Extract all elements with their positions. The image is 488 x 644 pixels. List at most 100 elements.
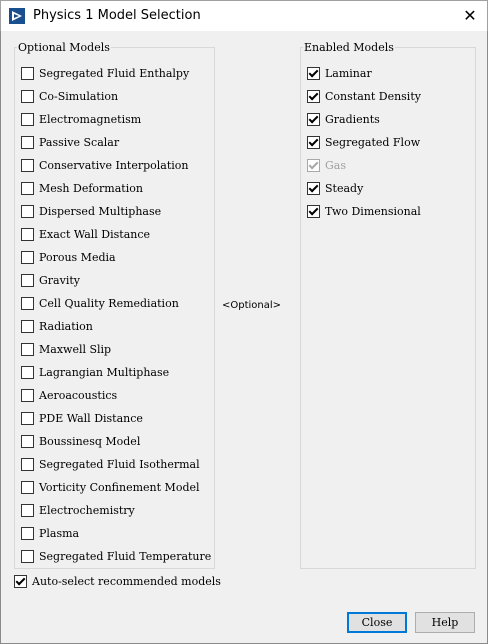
optional-model-item[interactable]: Segregated Fluid Isothermal [21,453,211,476]
optional-model-item[interactable]: Gravity [21,269,211,292]
enabled-model-label: Two Dimensional [325,205,421,218]
enabled-model-label: Segregated Flow [325,136,421,149]
optional-model-label: Radiation [39,320,93,333]
optional-model-label: Plasma [39,527,80,540]
help-button[interactable]: Help [415,612,475,633]
close-button[interactable]: Close [347,612,407,633]
optional-model-checkbox[interactable] [21,527,34,540]
optional-model-item[interactable]: Lagrangian Multiphase [21,361,211,384]
optional-model-label: Conservative Interpolation [39,159,189,172]
optional-model-label: PDE Wall Distance [39,412,143,425]
optional-model-label: Segregated Fluid Temperature [39,550,212,563]
app-logo-icon [9,8,25,24]
enabled-model-item[interactable]: Steady [307,177,421,200]
optional-model-checkbox[interactable] [21,67,34,80]
enabled-model-label: Steady [325,182,364,195]
optional-placeholder-label: <Optional> [222,300,282,311]
optional-model-checkbox[interactable] [21,113,34,126]
enabled-model-label: Laminar [325,67,372,80]
optional-model-checkbox[interactable] [21,274,34,287]
optional-model-label: Co-Simulation [39,90,119,103]
optional-model-label: Exact Wall Distance [39,228,151,241]
optional-model-item[interactable]: Porous Media [21,246,211,269]
enabled-model-item[interactable]: Two Dimensional [307,200,421,223]
optional-model-checkbox[interactable] [21,343,34,356]
optional-model-checkbox[interactable] [21,366,34,379]
optional-model-checkbox[interactable] [21,435,34,448]
close-window-icon[interactable]: ✕ [459,5,481,27]
optional-model-label: Passive Scalar [39,136,120,149]
optional-model-checkbox[interactable] [21,159,34,172]
enabled-models-title: Enabled Models [303,41,395,54]
optional-model-item[interactable]: Radiation [21,315,211,338]
optional-model-checkbox[interactable] [21,320,34,333]
optional-model-checkbox[interactable] [21,251,34,264]
optional-model-item[interactable]: Electrochemistry [21,499,211,522]
optional-model-label: Segregated Fluid Isothermal [39,458,200,471]
optional-model-item[interactable]: Mesh Deformation [21,177,211,200]
enabled-model-checkbox[interactable] [307,90,320,103]
optional-model-label: Lagrangian Multiphase [39,366,170,379]
enabled-model-item[interactable]: Segregated Flow [307,131,421,154]
enabled-model-item[interactable]: Constant Density [307,85,421,108]
optional-model-item[interactable]: Vorticity Confinement Model [21,476,211,499]
enabled-model-item[interactable]: Gradients [307,108,421,131]
optional-model-label: Vorticity Confinement Model [39,481,200,494]
optional-model-item[interactable]: Exact Wall Distance [21,223,211,246]
optional-model-checkbox[interactable] [21,182,34,195]
auto-select-label: Auto-select recommended models [32,575,221,588]
optional-model-item[interactable]: Co-Simulation [21,85,211,108]
optional-model-checkbox[interactable] [21,412,34,425]
optional-model-checkbox[interactable] [21,458,34,471]
optional-model-item[interactable]: Passive Scalar [21,131,211,154]
optional-model-item[interactable]: Conservative Interpolation [21,154,211,177]
optional-model-item[interactable]: Dispersed Multiphase [21,200,211,223]
optional-model-label: Gravity [39,274,80,287]
optional-model-label: Maxwell Slip [39,343,112,356]
auto-select-checkbox-row[interactable]: Auto-select recommended models [14,575,221,588]
optional-model-label: Boussinesq Model [39,435,141,448]
optional-model-label: Aeroacoustics [39,389,118,402]
optional-model-item[interactable]: Aeroacoustics [21,384,211,407]
optional-model-label: Porous Media [39,251,116,264]
optional-model-label: Mesh Deformation [39,182,143,195]
enabled-model-label: Constant Density [325,90,421,103]
enabled-model-checkbox[interactable] [307,113,320,126]
window-title: Physics 1 Model Selection [33,8,201,23]
optional-model-item[interactable]: PDE Wall Distance [21,407,211,430]
enabled-model-checkbox[interactable] [307,205,320,218]
optional-model-checkbox[interactable] [21,481,34,494]
enabled-model-checkbox[interactable] [307,136,320,149]
enabled-model-checkbox [307,159,320,172]
optional-model-item[interactable]: Electromagnetism [21,108,211,131]
optional-model-checkbox[interactable] [21,550,34,563]
optional-model-item[interactable]: Boussinesq Model [21,430,211,453]
optional-model-checkbox[interactable] [21,228,34,241]
optional-model-checkbox[interactable] [21,90,34,103]
optional-models-title: Optional Models [17,41,111,54]
optional-model-item[interactable]: Cell Quality Remediation [21,292,211,315]
optional-model-label: Dispersed Multiphase [39,205,162,218]
enabled-models-group: Enabled Models Laminar Constant Density Gr… [300,41,476,569]
optional-model-checkbox[interactable] [21,205,34,218]
optional-model-label: Electromagnetism [39,113,142,126]
enabled-model-label: Gradients [325,113,380,126]
auto-select-checkbox[interactable] [14,575,27,588]
enabled-model-checkbox[interactable] [307,67,320,80]
title-bar: Physics 1 Model Selection ✕ [0,0,488,31]
optional-model-checkbox[interactable] [21,504,34,517]
optional-model-label: Segregated Fluid Enthalpy [39,67,190,80]
optional-models-group: Optional Models Segregated Fluid Enthalp… [14,41,215,569]
optional-models-list: Segregated Fluid Enthalpy Co-Simulation El… [21,62,211,568]
optional-model-checkbox[interactable] [21,136,34,149]
optional-model-checkbox[interactable] [21,297,34,310]
enabled-model-label: Gas [325,159,346,172]
enabled-model-checkbox[interactable] [307,182,320,195]
optional-model-item[interactable]: Segregated Fluid Enthalpy [21,62,211,85]
enabled-model-item[interactable]: Laminar [307,62,421,85]
optional-model-checkbox[interactable] [21,389,34,402]
optional-model-item[interactable]: Segregated Fluid Temperature [21,545,211,568]
optional-model-label: Cell Quality Remediation [39,297,179,310]
optional-model-item[interactable]: Maxwell Slip [21,338,211,361]
optional-model-item[interactable]: Plasma [21,522,211,545]
